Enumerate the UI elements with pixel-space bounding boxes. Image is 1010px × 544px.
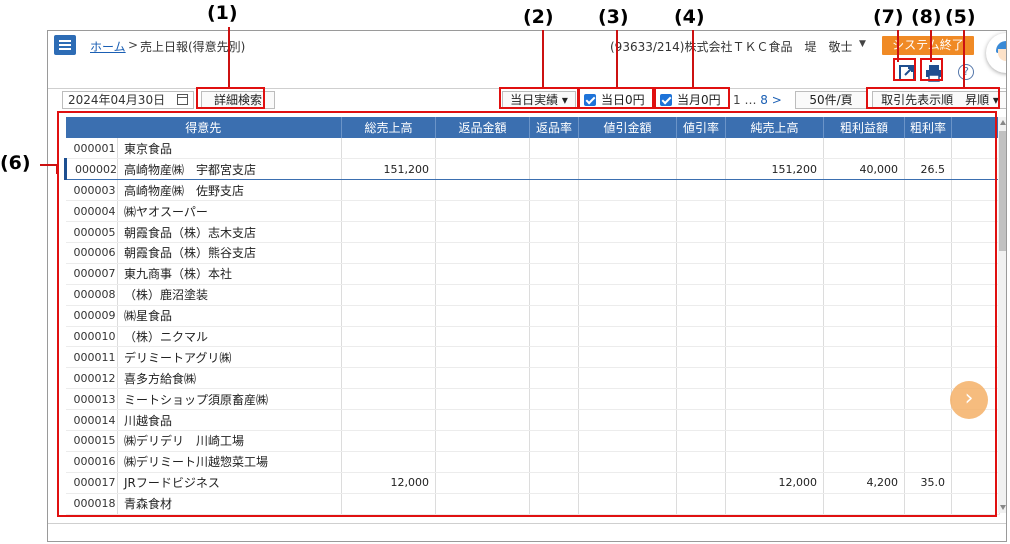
annotation-label-1: (1)	[207, 2, 238, 24]
annotation-label-4: (4)	[674, 6, 705, 28]
help-icon[interactable]: ?	[958, 64, 974, 80]
annotation-leader	[616, 30, 618, 87]
system-exit-button[interactable]: システム終了	[882, 36, 974, 55]
hamburger-menu-icon[interactable]	[54, 35, 76, 55]
annotation-box-6	[57, 111, 997, 517]
annotation-label-3: (3)	[598, 6, 629, 28]
breadcrumb-home-link[interactable]: ホーム	[90, 38, 126, 55]
annotation-label-5: (5)	[945, 6, 976, 28]
calendar-icon[interactable]	[177, 94, 188, 105]
annotation-label-7: (7)	[873, 6, 904, 28]
date-field[interactable]: 2024年04月30日	[62, 91, 194, 109]
page-next[interactable]: >	[772, 93, 782, 107]
pagination: 1 … 8 >	[733, 91, 782, 109]
scroll-up-icon[interactable]	[1000, 120, 1006, 125]
annotation-box-4	[654, 87, 730, 109]
annotation-box-5	[866, 87, 1000, 109]
page-first[interactable]: 1	[733, 93, 741, 107]
annotation-box-8	[920, 58, 943, 81]
scroll-down-icon[interactable]	[1000, 505, 1006, 510]
divider	[48, 523, 1006, 524]
top-bar: ホーム > 売上日報(得意先別) (93633/214)株式会社ＴＫＣ食品 堤 …	[48, 31, 1006, 73]
vertical-scrollbar[interactable]	[998, 117, 1006, 513]
annotation-box-1	[196, 87, 265, 109]
annotation-leader	[692, 30, 694, 87]
annotation-box-3	[578, 87, 654, 109]
user-info: (93633/214)株式会社ＴＫＣ食品 堤 敬士	[610, 40, 853, 54]
page-last[interactable]: 8	[760, 93, 768, 107]
user-dropdown-icon[interactable]: ▼	[859, 39, 866, 49]
annotation-leader	[542, 30, 544, 87]
page-ellipsis: …	[744, 93, 757, 107]
annotation-leader	[963, 30, 965, 87]
annotation-label-2: (2)	[523, 6, 554, 28]
date-value: 2024年04月30日	[68, 93, 166, 107]
scrollbar-thumb[interactable]	[999, 131, 1006, 251]
annotation-label-6: (6)	[0, 152, 31, 174]
annotation-box-7	[893, 58, 916, 81]
breadcrumb-separator: >	[128, 38, 139, 52]
annotation-leader	[228, 27, 230, 87]
avatar[interactable]	[986, 33, 1006, 73]
page-size-select[interactable]: 50件/頁	[795, 91, 867, 109]
annotation-label-8: (8)	[911, 6, 942, 28]
annotation-box-2	[499, 87, 579, 109]
